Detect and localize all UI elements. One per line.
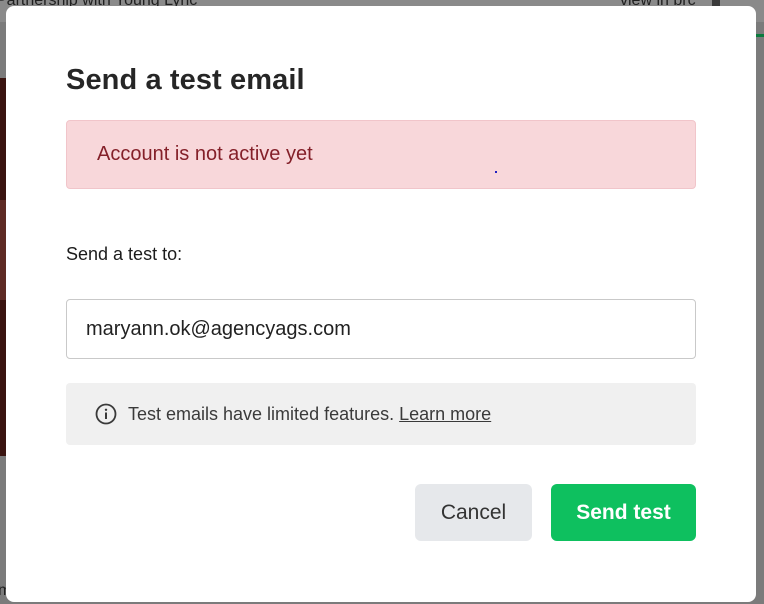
alert-text: Account is not active yet [97, 143, 313, 165]
background-accent-line [756, 34, 764, 37]
info-notice: Test emails have limited features. Learn… [66, 383, 696, 445]
info-text-container: Test emails have limited features. Learn… [128, 404, 491, 425]
learn-more-link[interactable]: Learn more [399, 404, 491, 424]
info-text: Test emails have limited features. [128, 404, 395, 424]
recipient-email-input[interactable] [66, 299, 696, 359]
modal-title: Send a test email [66, 64, 305, 96]
recipient-label: Send a test to: [66, 244, 183, 264]
cancel-button[interactable]: Cancel [415, 484, 532, 541]
send-test-email-modal: Send a test email Account is not active … [6, 6, 756, 602]
alert-dot [495, 171, 497, 173]
send-test-button[interactable]: Send test [551, 484, 696, 541]
info-circle-icon [95, 403, 117, 425]
error-alert: Account is not active yet [66, 120, 696, 189]
